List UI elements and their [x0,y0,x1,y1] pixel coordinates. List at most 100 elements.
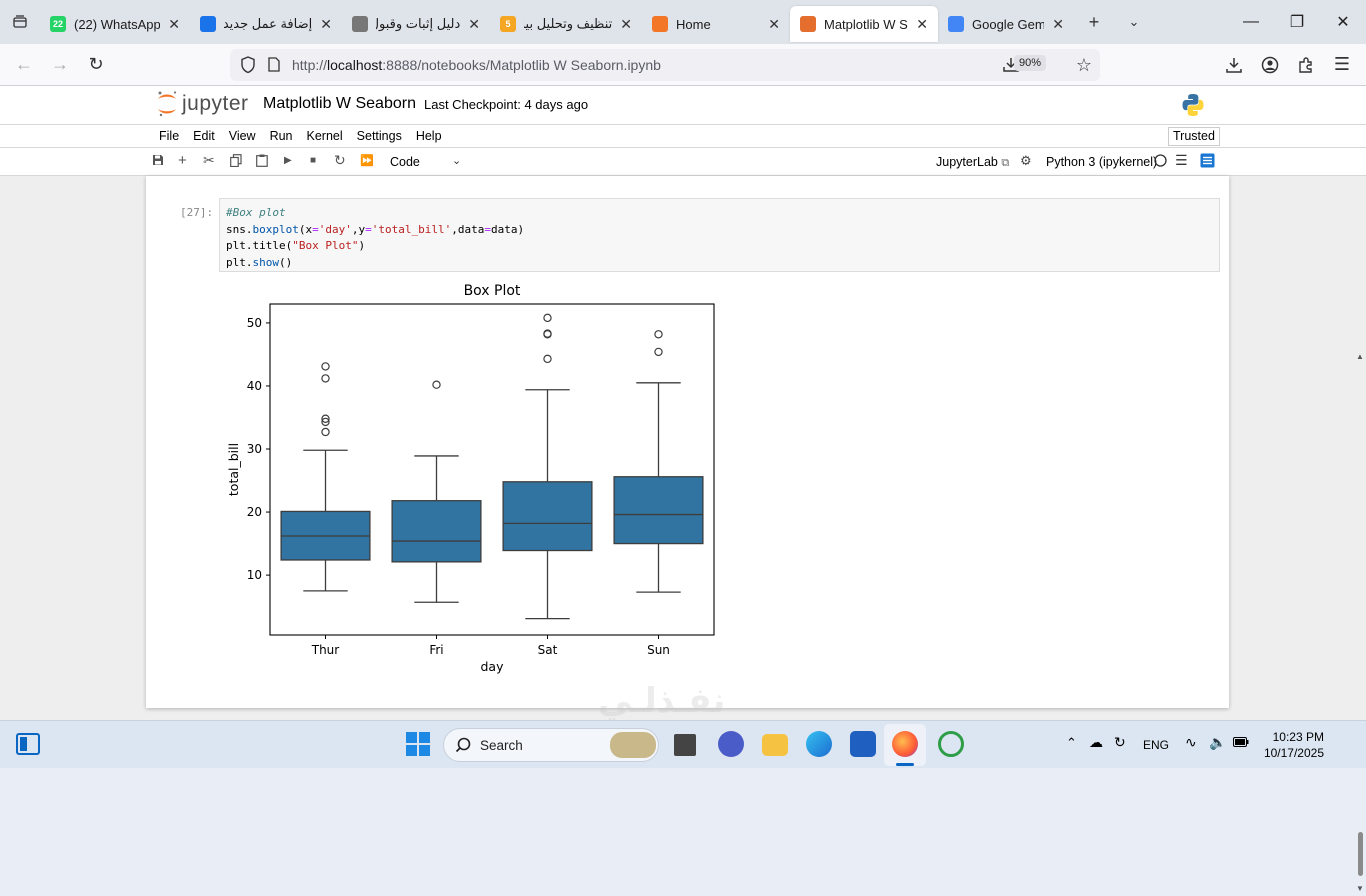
code-line-title: plt.title("Box Plot") [226,239,366,252]
url-bar[interactable]: http://localhost:8888/notebooks/Matplotl… [230,49,1100,81]
tab-close-icon[interactable]: ✕ [320,16,332,33]
box-plot-chart: Box Plot Thur Fri Sat Sun 10 20 30 40 50 day total_… [226,283,715,674]
debugger-bug-icon[interactable]: ⚙ [1020,153,1032,169]
kernel-name[interactable]: Python 3 (ipykernel) [1046,155,1157,169]
browser-tab-1[interactable]: 22 (22) WhatsApp ✕ [40,6,190,42]
cut-icon[interactable]: ✂ [203,152,215,169]
back-button[interactable]: ← [6,47,42,83]
chevron-down-icon[interactable]: ⌄ [452,154,461,167]
restore-button[interactable]: ❐ [1274,0,1320,44]
language-indicator[interactable]: ENG [1143,738,1169,752]
paste-icon[interactable] [256,154,268,170]
new-tab-button[interactable]: + [1074,0,1114,44]
close-window-button[interactable]: ✕ [1320,0,1366,44]
volume-icon[interactable]: 🔈 [1209,734,1226,751]
tab-close-icon[interactable]: ✕ [768,16,780,33]
code-cell-editor[interactable]: #Box plot sns.boxplot(x='day',y='total_b… [219,198,1220,272]
chart-title: Box Plot [464,283,521,299]
menu-view[interactable]: View [229,129,256,143]
scroll-thumb[interactable] [1358,832,1363,876]
network-disconnected-icon[interactable]: ☁ [1089,734,1103,751]
copy-icon[interactable] [230,154,242,170]
jupyter-logo[interactable]: jupyter [156,90,249,118]
run-icon[interactable]: ▶ [284,155,292,166]
box-outlier [321,362,330,371]
box-sun [613,476,704,545]
forward-button[interactable]: → [42,47,78,83]
cell-type-select[interactable]: Code [390,155,420,169]
menu-help[interactable]: Help [416,129,442,143]
trusted-indicator[interactable]: Trusted [1168,127,1220,146]
reload-button[interactable]: ↻ [78,47,114,83]
menu-edit[interactable]: Edit [193,129,215,143]
bookmark-star-icon[interactable]: ☆ [1076,55,1092,76]
browser-tab-3[interactable]: دليل إثبات وقبول المها ✕ [342,6,490,42]
restart-icon[interactable]: ↻ [334,152,346,169]
downloads-icon[interactable] [1216,47,1252,83]
menu-run[interactable]: Run [270,129,293,143]
scroll-down-arrow-icon[interactable]: ▼ [1356,884,1364,893]
wifi-icon[interactable]: ∿ [1185,734,1197,751]
tab-title: دليل إثبات وقبول المها [376,16,461,31]
box-sat [502,481,593,552]
tab-list-icon[interactable] [0,0,40,44]
edge-browser-icon[interactable] [806,731,832,757]
sync-update-icon[interactable]: ↻ [1114,734,1126,751]
browser-tab-5[interactable]: Home ✕ [642,6,790,42]
jupyter-logo-icon [158,91,177,117]
property-inspector-icon[interactable] [1200,153,1215,171]
menu-kernel[interactable]: Kernel [307,129,343,143]
jupyter-app-icon[interactable] [938,731,964,757]
code-line-show: plt.show() [226,255,293,269]
page-info-icon[interactable] [268,57,280,77]
watermark: نفـذلـي [598,682,726,720]
battery-icon[interactable] [1233,736,1249,750]
tracking-shield-icon[interactable] [240,56,256,79]
minimize-button[interactable]: — [1228,0,1274,44]
box-fri [391,500,482,563]
tab-close-icon[interactable]: ✕ [468,16,480,33]
menu-lines-icon[interactable]: ☰ [1175,152,1188,169]
tab-close-icon[interactable]: ✕ [1052,16,1064,33]
add-cell-icon[interactable]: + [178,152,187,169]
file-explorer-icon[interactable] [762,734,788,756]
external-link-icon: ⧉ [1001,157,1010,169]
vertical-scrollbar[interactable]: ▲ ▼ [1354,352,1366,896]
extensions-icon[interactable] [1288,47,1324,83]
tab-close-icon[interactable]: ✕ [168,16,180,33]
tab-close-icon[interactable]: ✕ [916,16,928,33]
taskbar-active-firefox[interactable] [884,724,926,766]
notebook-toolbar: + ✂ ▶ ■ ↻ ⏩ Code ⌄ JupyterLab ⧉ ⚙ Python… [0,148,1366,176]
task-view-icon[interactable] [674,734,696,756]
microsoft-store-icon[interactable] [850,731,876,757]
stop-icon[interactable]: ■ [310,155,316,166]
open-jupyterlab-link[interactable]: JupyterLab ⧉ [936,155,1009,170]
browser-tab-7[interactable]: Google Gemini ✕ [938,6,1074,42]
taskbar-search-box[interactable]: Search [443,728,659,762]
widgets-icon[interactable] [16,733,40,755]
generic-page-icon [352,16,368,32]
restart-run-all-icon[interactable]: ⏩ [360,154,374,167]
save-icon[interactable] [152,154,164,169]
windows-start-icon[interactable] [405,731,431,757]
teams-chat-icon[interactable] [718,731,744,757]
zoom-level-badge[interactable]: 90% [1013,55,1046,71]
browser-tab-2[interactable]: إضافة عمل جديد | ✕ [190,6,342,42]
url-text[interactable]: http://localhost:8888/notebooks/Matplotl… [292,57,661,73]
scroll-up-arrow-icon[interactable]: ▲ [1356,352,1364,361]
whatsapp-icon: 22 [50,16,66,32]
box-outlier [654,347,663,357]
account-icon[interactable] [1252,47,1288,83]
menu-file[interactable]: File [159,129,179,143]
browser-tab-4[interactable]: 5 تنظيف وتحليل بيا ✕ [490,6,642,42]
browser-tab-6[interactable]: Matplotlib W Seaborn ✕ [790,6,938,42]
menu-settings[interactable]: Settings [357,129,402,143]
tab-close-icon[interactable]: ✕ [620,16,632,33]
x-axis-label: day [481,659,505,674]
tab-overflow-chevron-icon[interactable]: ⌄ [1114,0,1154,44]
show-hidden-icons-chevron-icon[interactable]: ⌃ [1066,735,1077,751]
menu-hamburger-icon[interactable]: ☰ [1324,47,1360,83]
system-clock[interactable]: 10:23 PM 10/17/2025 [1262,729,1324,761]
notebook-title[interactable]: Matplotlib W Seaborn [263,95,416,113]
box-outlier [654,330,663,339]
